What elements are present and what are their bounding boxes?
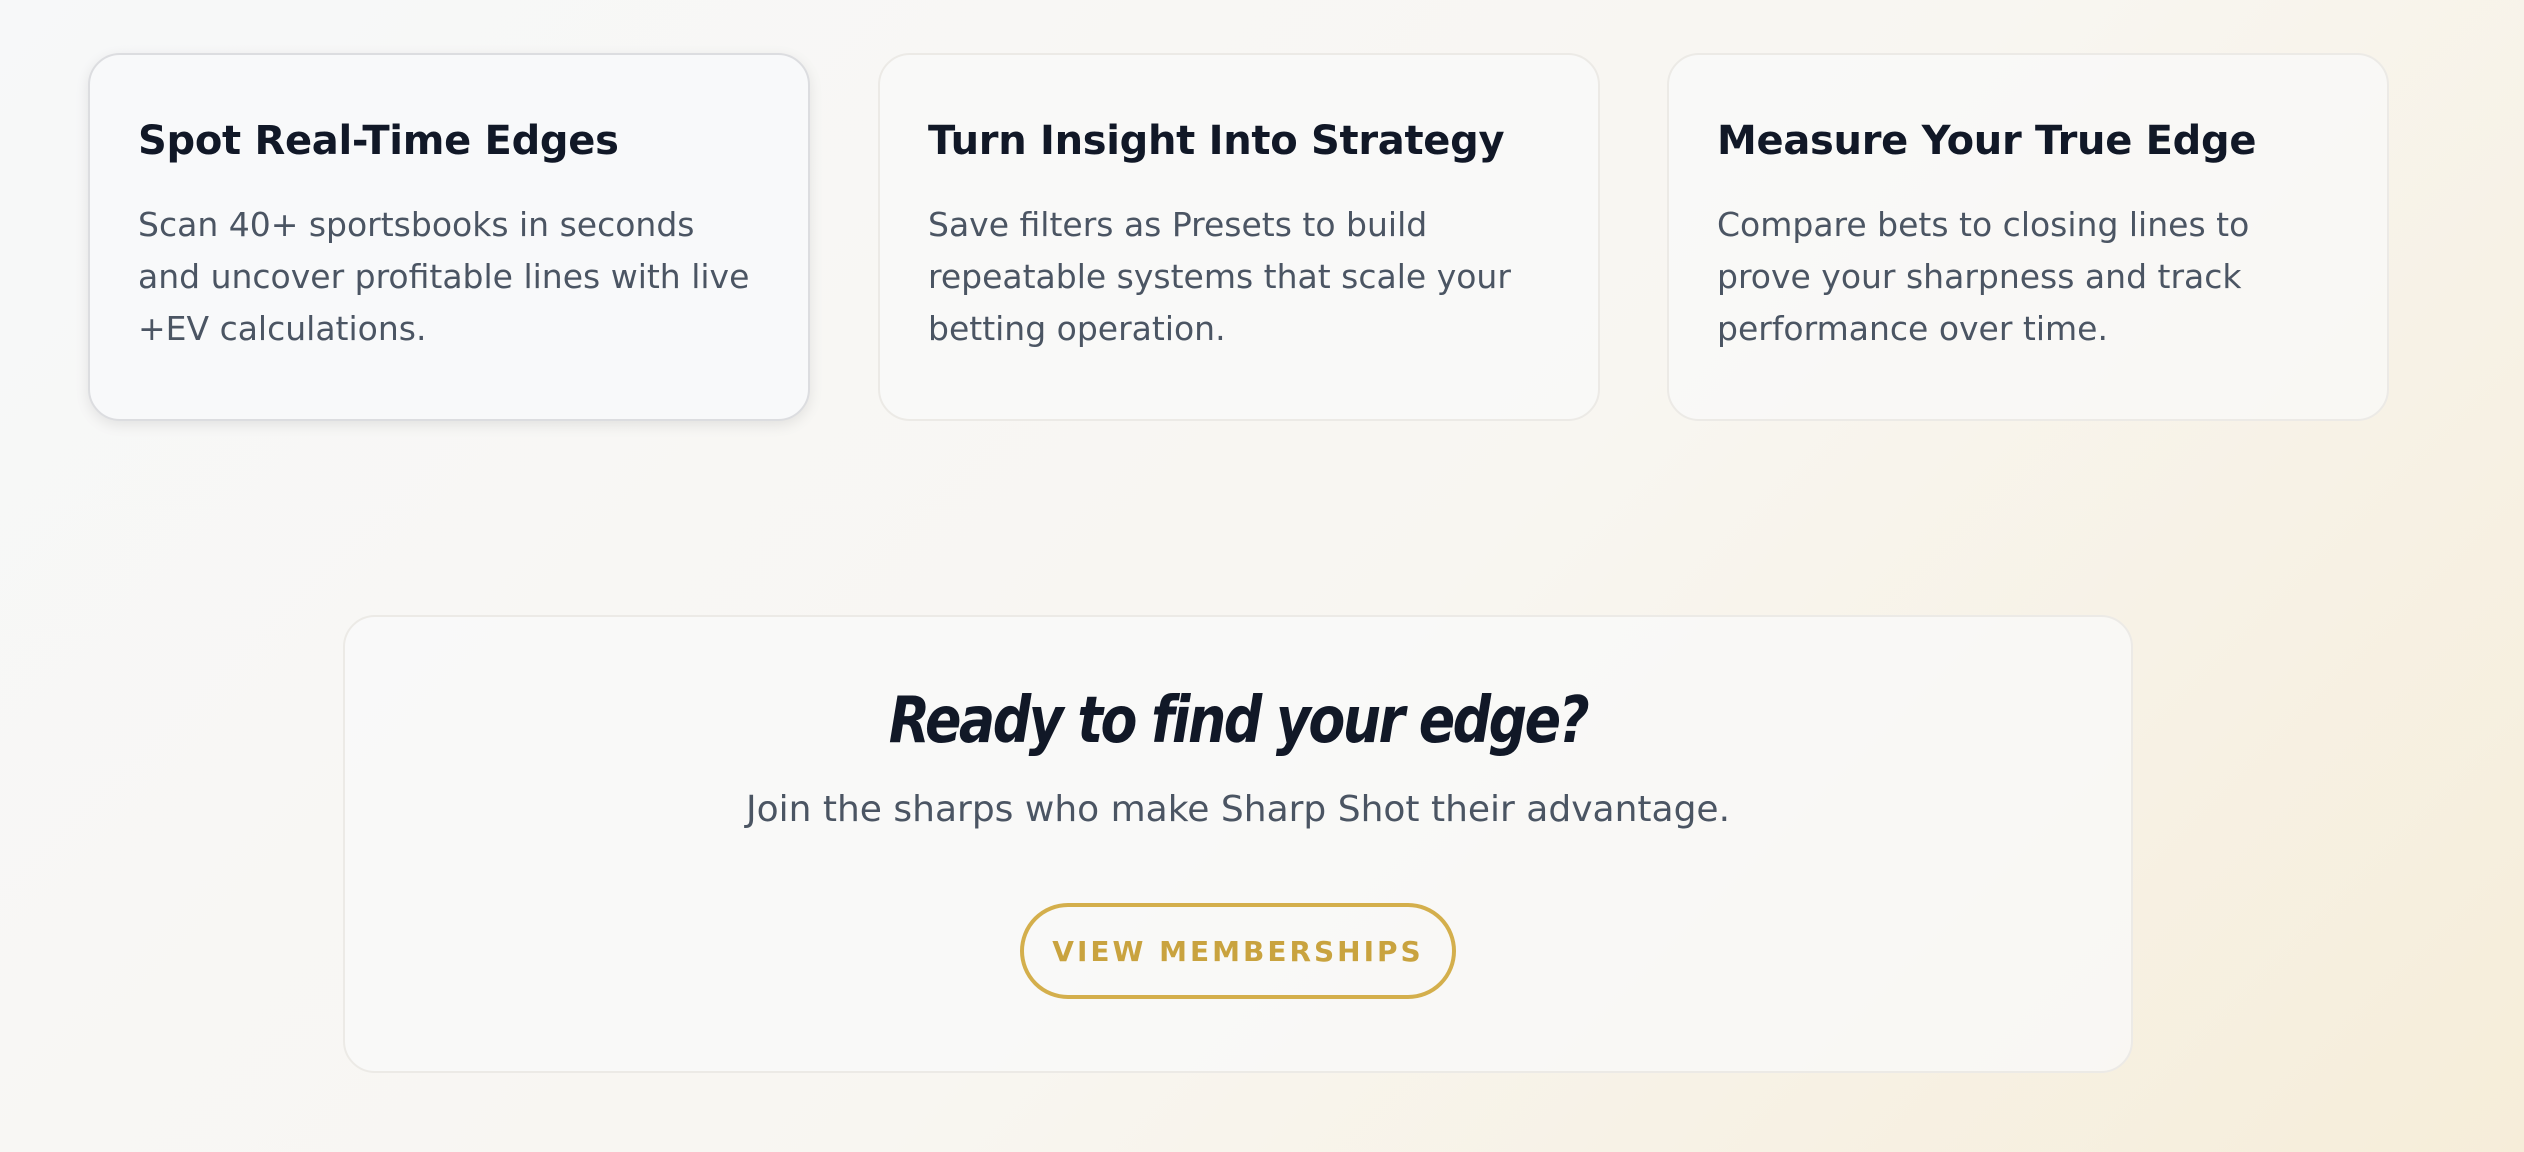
view-memberships-button[interactable]: VIEW MEMBERSHIPS — [1020, 902, 1456, 999]
cta-title: Ready to find your edge? — [888, 684, 1590, 758]
feature-card-realtime-edges: Spot Real-Time Edges Scan 40+ sportsbook… — [88, 53, 810, 421]
feature-description: Scan 40+ sportsbooks in seconds and unco… — [138, 205, 750, 348]
feature-title: Turn Insight Into Strategy — [928, 118, 1505, 164]
cta-panel: Ready to find your edge? Join the sharps… — [343, 615, 2133, 1073]
feature-title: Measure Your True Edge — [1717, 118, 2257, 164]
feature-title: Spot Real-Time Edges — [138, 118, 619, 164]
cta-subtitle: Join the sharps who make Sharp Shot thei… — [745, 788, 1731, 830]
feature-description: Compare bets to closing lines to prove y… — [1717, 205, 2250, 348]
feature-card-true-edge: Measure Your True Edge Compare bets to c… — [1667, 53, 2389, 421]
feature-description: Save filters as Presets to build repeata… — [928, 205, 1511, 348]
feature-card-strategy: Turn Insight Into Strategy Save filters … — [878, 53, 1600, 421]
